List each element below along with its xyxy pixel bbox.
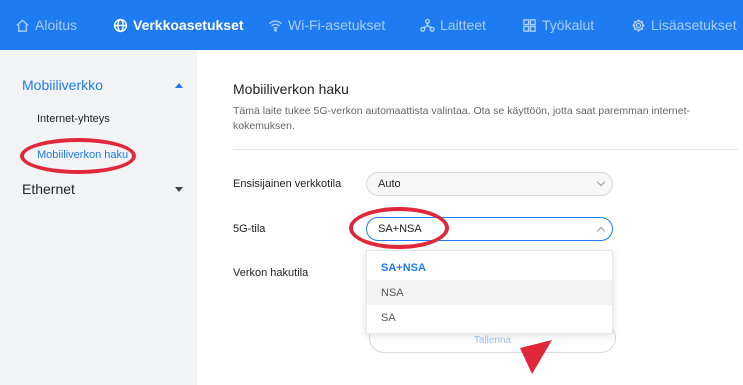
- sidebar-section-label: Mobiiliverkko: [22, 77, 103, 93]
- 5g-mode-label: 5G-tila: [233, 223, 266, 235]
- chevron-down-icon[interactable]: [175, 187, 183, 192]
- tools-icon: [523, 18, 536, 32]
- dropdown-option-nsa[interactable]: NSA: [367, 280, 612, 305]
- sidebar-section-mobile-network[interactable]: Mobiiliverkko: [22, 77, 103, 93]
- nav-label: Lisäasetukset: [651, 17, 737, 33]
- nav-label: Wi-Fi-asetukset: [288, 17, 386, 33]
- 5g-mode-dropdown: SA+NSA NSA SA: [366, 250, 613, 334]
- 5g-mode-select[interactable]: SA+NSA: [366, 217, 613, 241]
- chevron-down-icon: [596, 177, 606, 187]
- nav-label: Työkalut: [542, 17, 595, 33]
- globe-icon: [113, 18, 128, 32]
- page-title: Mobiiliverkon haku: [233, 81, 349, 97]
- preferred-network-mode-select[interactable]: Auto: [366, 172, 613, 196]
- sidebar-section-label: Ethernet: [22, 181, 75, 197]
- nav-label: Laitteet: [440, 17, 486, 33]
- top-navigation-bar: Aloitus Verkkoasetukset Wi-Fi-asetukset …: [0, 0, 743, 50]
- devices-icon: [420, 18, 435, 32]
- network-search-mode-label: Verkon hakutila: [233, 267, 309, 279]
- chevron-up-icon[interactable]: [175, 83, 183, 88]
- gear-icon: [632, 18, 645, 32]
- chevron-up-icon: [596, 226, 606, 236]
- annotation-arrow-icon: [520, 340, 552, 374]
- sidebar-section-ethernet[interactable]: Ethernet: [22, 181, 75, 197]
- select-value: Auto: [378, 178, 401, 190]
- sidebar-item-internet-connection[interactable]: Internet-yhteys: [37, 113, 110, 125]
- dropdown-option-sa-nsa[interactable]: SA+NSA: [367, 255, 612, 280]
- nav-item-wifi-settings[interactable]: Wi-Fi-asetukset: [268, 0, 385, 50]
- divider: [233, 149, 738, 150]
- page-description: Tämä laite tukee 5G-verkon automaattista…: [233, 105, 690, 132]
- nav-label: Verkkoasetukset: [133, 17, 244, 33]
- preferred-network-mode-label: Ensisijainen verkkotila: [233, 178, 342, 190]
- sidebar-item-mobile-network-search[interactable]: Mobiiliverkon haku: [37, 149, 128, 161]
- dropdown-option-sa[interactable]: SA: [367, 305, 612, 330]
- select-value: SA+NSA: [378, 223, 422, 235]
- nav-item-devices[interactable]: Laitteet: [420, 0, 486, 50]
- wifi-icon: [268, 19, 283, 32]
- home-icon: [16, 18, 29, 32]
- nav-item-advanced-settings[interactable]: Lisäasetukset: [631, 0, 737, 50]
- nav-label: Aloitus: [35, 17, 78, 33]
- sidebar: Mobiiliverkko Internet-yhteys Mobiiliver…: [0, 50, 197, 385]
- nav-item-home[interactable]: Aloitus: [15, 0, 77, 50]
- nav-item-tools[interactable]: Työkalut: [522, 0, 594, 50]
- nav-item-network-settings[interactable]: Verkkoasetukset: [113, 0, 244, 50]
